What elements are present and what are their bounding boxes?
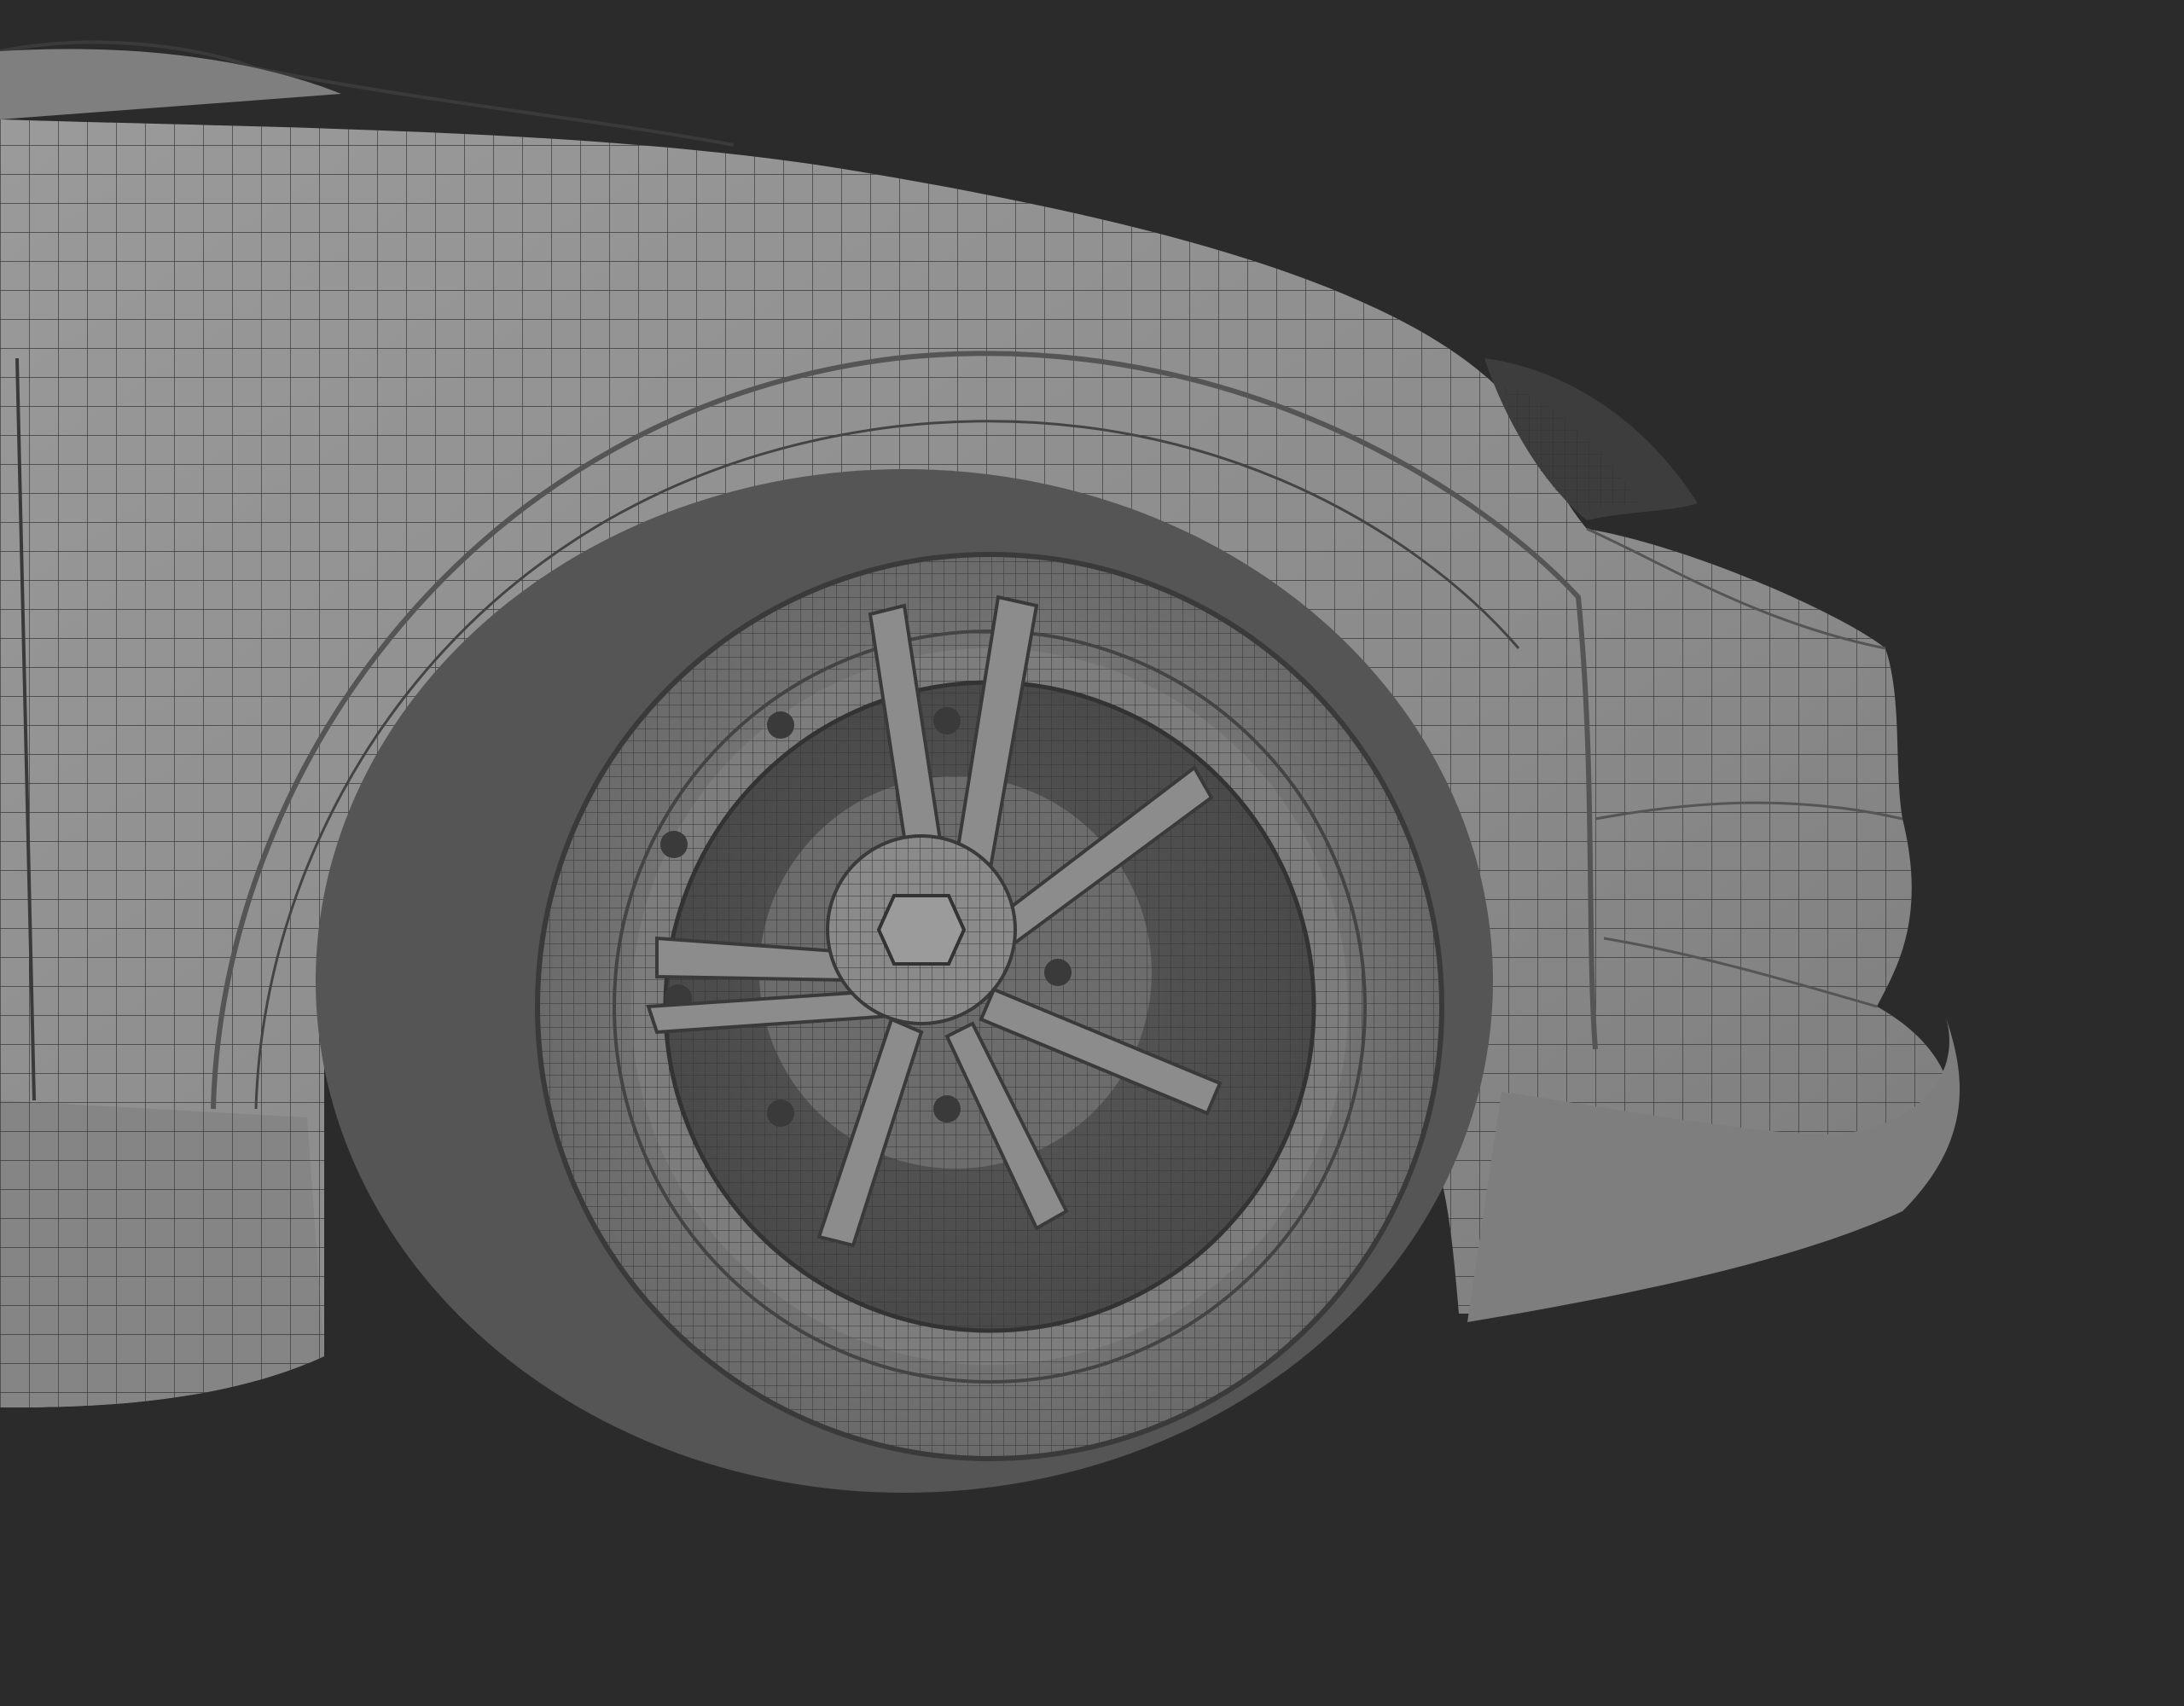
car-model-render xyxy=(0,40,1960,1493)
wheel-hub xyxy=(826,834,1017,1025)
3d-viewport[interactable] xyxy=(0,0,2184,1706)
